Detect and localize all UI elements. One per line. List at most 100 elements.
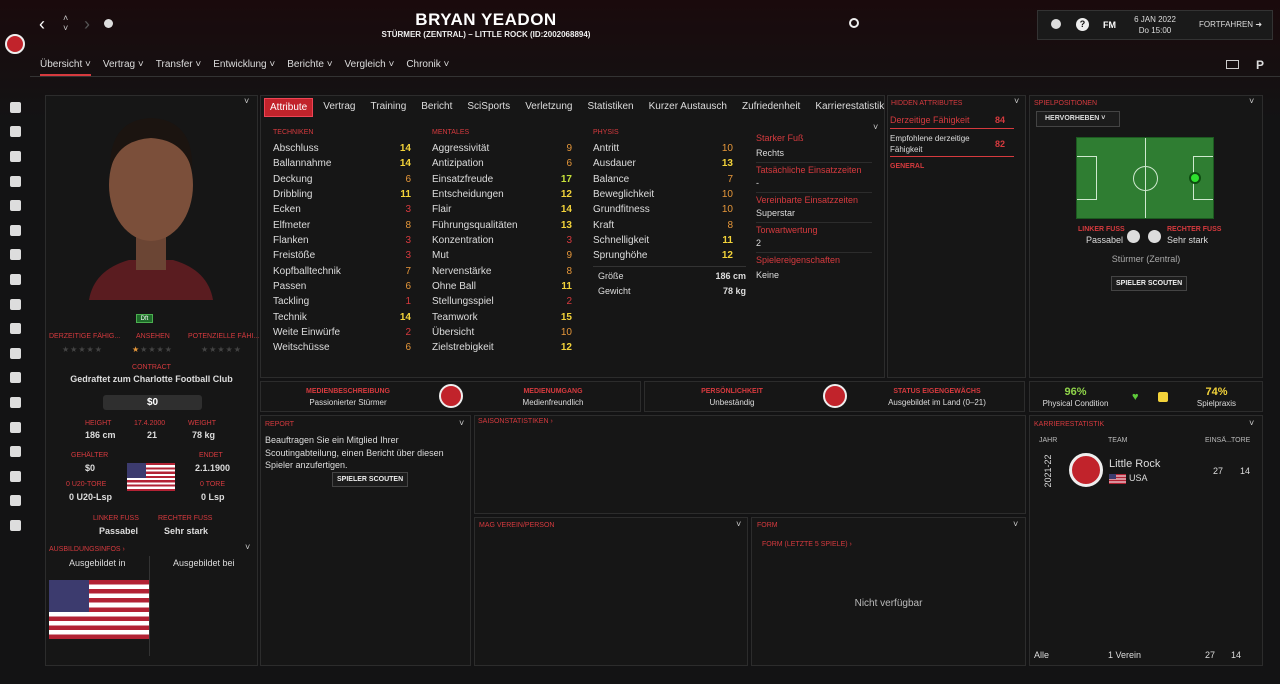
tab-6[interactable]: Statistiken xyxy=(582,98,638,117)
training-info-link[interactable]: AUSBILDUNGSINFOS › xyxy=(49,546,125,553)
trophy-icon[interactable] xyxy=(1051,19,1061,29)
mental-attribute-row[interactable]: Ohne Ball 11 xyxy=(432,279,572,294)
technical-attribute-row[interactable]: Abschluss 14 xyxy=(273,141,411,156)
tab-2[interactable]: Training xyxy=(366,98,412,117)
technical-attribute-row[interactable]: Dribbling 11 xyxy=(273,187,411,202)
season-stats-link[interactable]: SAISONSTATISTIKEN › xyxy=(478,418,553,425)
schedule-icon[interactable] xyxy=(0,316,30,341)
scouting-icon[interactable] xyxy=(0,366,30,391)
nav-compare[interactable]: Vergleich ˅ xyxy=(345,59,395,76)
technical-attribute-row[interactable]: Weitschüsse 6 xyxy=(273,340,411,355)
mental-attribute-row[interactable]: Antizipation 6 xyxy=(432,156,572,171)
mental-attribute-row[interactable]: Übersicht 10 xyxy=(432,325,572,340)
club-icon[interactable] xyxy=(0,292,30,317)
home-icon[interactable] xyxy=(0,95,30,120)
attributes-chevron-icon[interactable]: ˅ xyxy=(873,122,878,132)
tab-7[interactable]: Kurzer Austausch xyxy=(644,98,732,117)
position-marker[interactable] xyxy=(1189,172,1201,184)
paypal-icon[interactable]: P xyxy=(1256,58,1264,72)
screen-icon[interactable] xyxy=(1226,60,1239,69)
technical-attribute-row[interactable]: Freistöße 3 xyxy=(273,248,411,263)
mental-attribute-row[interactable]: Teamwork 15 xyxy=(432,310,572,325)
medical-icon[interactable] xyxy=(0,267,30,292)
mental-attribute-row[interactable]: Stellungsspiel 2 xyxy=(432,294,572,309)
nav-history[interactable]: Chronik ˅ xyxy=(406,59,449,76)
dev-icon[interactable] xyxy=(0,218,30,243)
attribute-name: Tackling xyxy=(273,296,310,308)
physical-attribute-row[interactable]: Balance 7 xyxy=(593,172,733,187)
nav-development[interactable]: Entwicklung ˅ xyxy=(213,59,275,76)
mental-attribute-row[interactable]: Nervenstärke 8 xyxy=(432,264,572,279)
technical-attribute-row[interactable]: Passen 6 xyxy=(273,279,411,294)
technical-attribute-row[interactable]: Technik 14 xyxy=(273,310,411,325)
nav-contract[interactable]: Vertrag ˅ xyxy=(103,59,144,76)
profile-panel-chevron-icon[interactable]: ˅ xyxy=(244,96,249,106)
help-icon[interactable]: ? xyxy=(1076,18,1089,31)
technical-attribute-row[interactable]: Kopfballtechnik 7 xyxy=(273,264,411,279)
physical-attribute-row[interactable]: Grundfitness 10 xyxy=(593,202,733,217)
mental-attribute-row[interactable]: Mut 9 xyxy=(432,248,572,263)
finances-icon[interactable] xyxy=(0,439,30,464)
mental-attribute-row[interactable]: Zielstrebigkeit 12 xyxy=(432,340,572,355)
mag-chevron-icon[interactable]: ˅ xyxy=(736,519,741,529)
technical-attribute-row[interactable]: Flanken 3 xyxy=(273,233,411,248)
technical-attribute-row[interactable]: Ballannahme 14 xyxy=(273,156,411,171)
technical-attribute-row[interactable]: Elfmeter 8 xyxy=(273,218,411,233)
club-vision-icon[interactable] xyxy=(0,415,30,440)
form-chevron-icon[interactable]: ˅ xyxy=(1013,519,1018,529)
squad-icon[interactable] xyxy=(0,144,30,169)
report-chevron-icon[interactable]: ˅ xyxy=(459,418,464,428)
technical-attribute-row[interactable]: Tackling 1 xyxy=(273,294,411,309)
technical-attribute-row[interactable]: Weite Einwürfe 2 xyxy=(273,325,411,340)
fm-logo[interactable]: FM xyxy=(1103,20,1116,30)
form-last5-link[interactable]: FORM (LETZTE 5 SPIELE) › xyxy=(762,541,852,548)
tab-4[interactable]: SciSports xyxy=(462,98,515,117)
mental-attribute-row[interactable]: Aggressivität 9 xyxy=(432,141,572,156)
physical-attribute-row[interactable]: Antritt 10 xyxy=(593,141,733,156)
hidden-title: HIDDEN ATTRIBUTES xyxy=(891,100,963,107)
mental-attribute-row[interactable]: Führungsqualitäten 13 xyxy=(432,218,572,233)
career-team-name[interactable]: Little Rock xyxy=(1109,458,1160,470)
tab-9[interactable]: Karrierestatistik xyxy=(810,98,889,117)
nav-reports[interactable]: Berichte ˅ xyxy=(287,59,332,76)
data-icon[interactable] xyxy=(0,193,30,218)
tab-8[interactable]: Zufriedenheit xyxy=(737,98,805,117)
technical-attribute-row[interactable]: Ecken 3 xyxy=(273,202,411,217)
physical-attribute-row[interactable]: Kraft 8 xyxy=(593,218,733,233)
competitions-icon[interactable] xyxy=(0,341,30,366)
profile-left-foot-label: LINKER FUSS xyxy=(93,515,139,522)
dev-centre-icon[interactable] xyxy=(0,464,30,489)
physical-attribute-row[interactable]: Sprunghöhe 12 xyxy=(593,248,733,263)
search-icon[interactable] xyxy=(849,18,859,28)
training-chevron-icon[interactable]: ˅ xyxy=(245,542,250,552)
physical-attribute-row[interactable]: Beweglichkeit 10 xyxy=(593,187,733,202)
tab-1[interactable]: Vertrag xyxy=(318,98,360,117)
technical-attribute-row[interactable]: Deckung 6 xyxy=(273,172,411,187)
positions-scout-button[interactable]: SPIELER SCOUTEN xyxy=(1111,276,1188,291)
transfers-icon[interactable] xyxy=(0,390,30,415)
tab-3[interactable]: Bericht xyxy=(416,98,457,117)
career-chevron-icon[interactable]: ˅ xyxy=(1249,418,1254,428)
reports-icon[interactable] xyxy=(0,489,30,514)
career-total-label: Alle xyxy=(1034,650,1050,660)
tactics-icon[interactable] xyxy=(0,169,30,194)
manager-icon[interactable] xyxy=(0,513,30,538)
player-tabs: Attribute Vertrag Training Bericht SciSports… xyxy=(264,98,894,117)
physical-attribute-row[interactable]: Schnelligkeit 11 xyxy=(593,233,733,248)
continue-button[interactable]: FORTFAHREN ➜ xyxy=(1199,20,1262,29)
physical-attribute-row[interactable]: Ausdauer 13 xyxy=(593,156,733,171)
highlight-dropdown[interactable]: HERVORHEBEN ˅ xyxy=(1036,111,1120,127)
nav-transfer[interactable]: Transfer ˅ xyxy=(156,59,202,76)
inbox-icon[interactable] xyxy=(0,120,30,145)
positions-chevron-icon[interactable]: ˅ xyxy=(1249,96,1254,106)
nav-overview[interactable]: Übersicht ˅ xyxy=(40,59,91,76)
tab-5[interactable]: Verletzung xyxy=(520,98,577,117)
hidden-chevron-icon[interactable]: ˅ xyxy=(1014,96,1019,106)
staff-icon[interactable] xyxy=(0,243,30,268)
tab-0[interactable]: Attribute xyxy=(264,98,314,117)
mental-attribute-row[interactable]: Konzentration 3 xyxy=(432,233,572,248)
mental-attribute-row[interactable]: Entscheidungen 12 xyxy=(432,187,572,202)
report-scout-button[interactable]: SPIELER SCOUTEN xyxy=(332,472,409,487)
mental-attribute-row[interactable]: Einsatzfreude 17 xyxy=(432,172,572,187)
mental-attribute-row[interactable]: Flair 14 xyxy=(432,202,572,217)
